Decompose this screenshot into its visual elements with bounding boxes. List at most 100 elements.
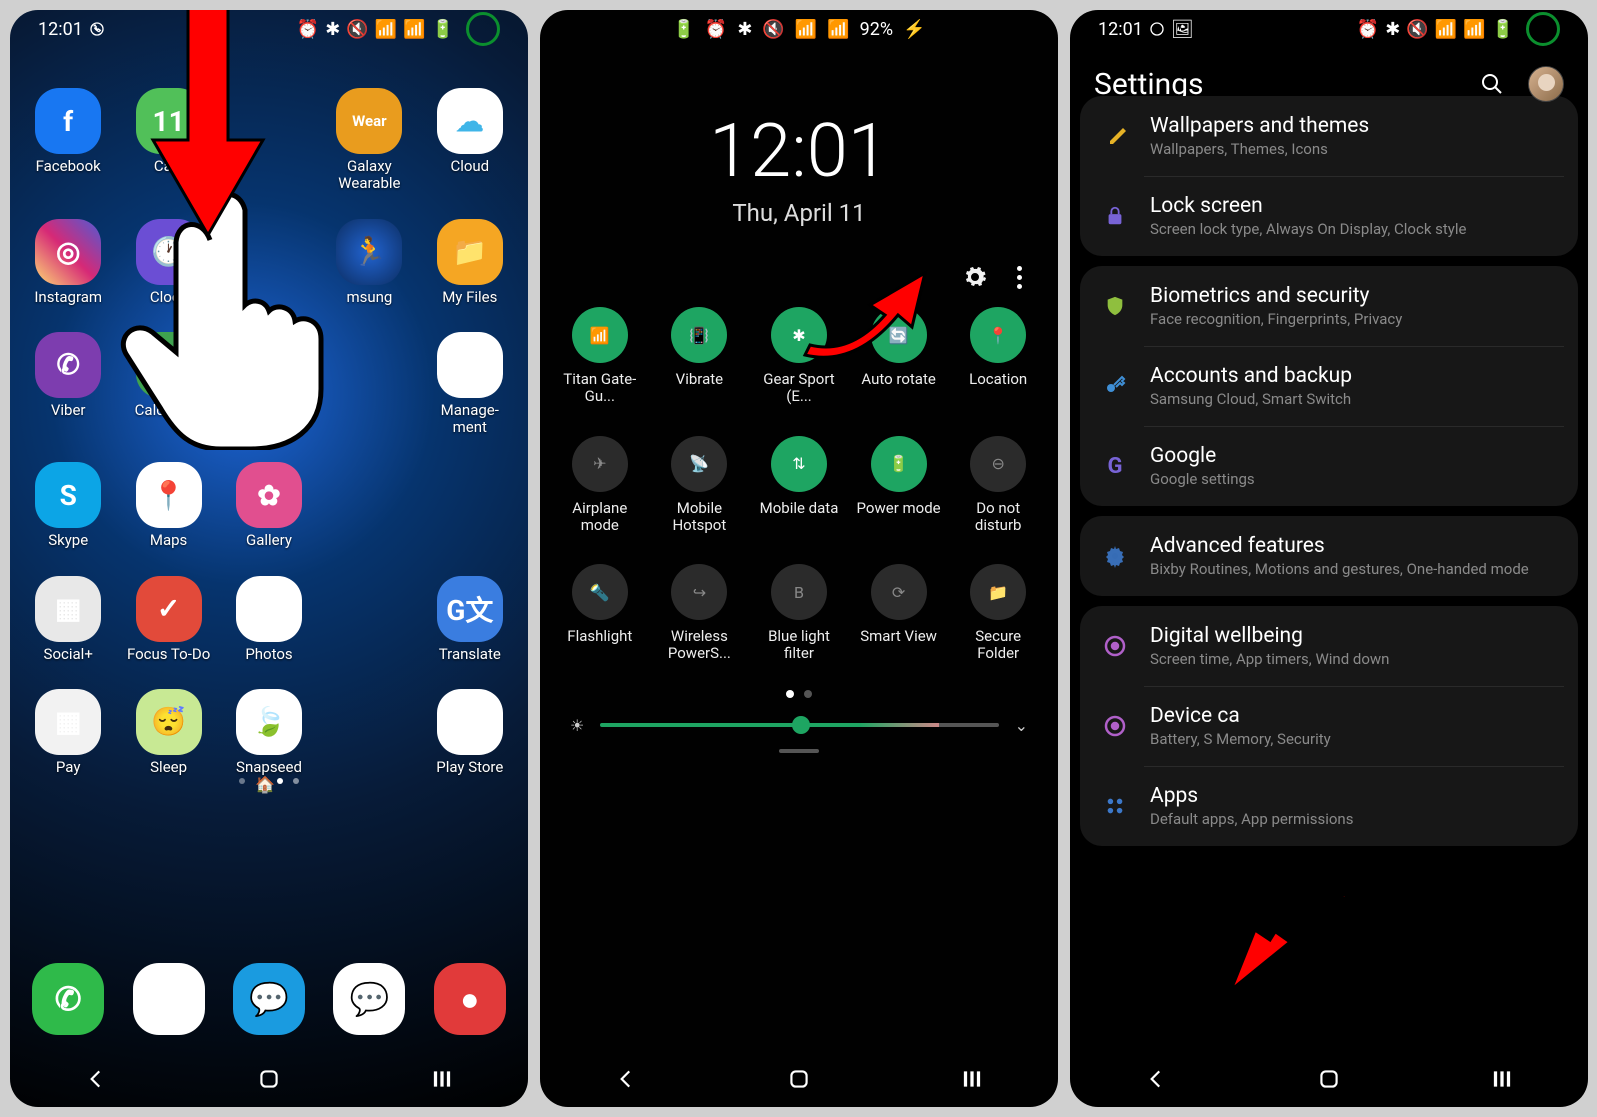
settings-row-accounts-and-backup[interactable]: Accounts and backup Samsung Cloud, Smart…: [1080, 346, 1578, 426]
nav-home[interactable]: [1305, 1055, 1353, 1103]
app-icon: ▦: [35, 689, 101, 755]
app-focus-to-do[interactable]: ✓ Focus To-Do: [118, 576, 218, 663]
app-blank: [420, 462, 520, 549]
more-options-icon[interactable]: [1017, 266, 1022, 289]
settings-row-desc: Samsung Cloud, Smart Switch: [1150, 390, 1352, 408]
nav-home[interactable]: [775, 1055, 823, 1103]
gear-icon: [1100, 541, 1130, 571]
signal-icon: 📶: [827, 19, 849, 40]
settings-row-device-ca[interactable]: Device ca Battery, S Memory, Security: [1080, 686, 1578, 766]
settings-row-apps[interactable]: Apps Default apps, App permissions: [1080, 766, 1578, 846]
app-label: Skype: [48, 532, 88, 549]
qs-mobile-data[interactable]: ⇅ Mobile data: [749, 436, 849, 535]
app-translate[interactable]: G文 Translate: [420, 576, 520, 663]
panel-handle[interactable]: [779, 749, 819, 753]
app-cloud[interactable]: ☁ Cloud: [420, 88, 520, 193]
qs-vibrate[interactable]: 📳 Vibrate: [650, 307, 750, 406]
app-label: Galaxy Wearable: [322, 158, 417, 193]
app-icon: ✆: [35, 332, 101, 398]
qs-auto-rotate[interactable]: 🔄 Auto rotate: [849, 307, 949, 406]
settings-gear-icon[interactable]: [963, 265, 987, 289]
app-label: Manage-ment: [441, 402, 499, 437]
bluetooth-icon: ✱: [325, 19, 340, 40]
app-viber[interactable]: ✆ Viber: [18, 332, 118, 437]
nav-back[interactable]: [72, 1055, 120, 1103]
qs-power-mode[interactable]: 🔋 Power mode: [849, 436, 949, 535]
app-maps[interactable]: 📍 Maps: [118, 462, 218, 549]
app-sleep[interactable]: 😴 Sleep: [118, 689, 218, 776]
qs-label: Titan Gate-Gu...: [555, 371, 645, 406]
app-label: My Files: [442, 289, 497, 306]
app-social-[interactable]: ▦ Social+: [18, 576, 118, 663]
qs-toggle-icon: ✈: [572, 436, 628, 492]
brightness-thumb[interactable]: [792, 716, 810, 734]
app-skype[interactable]: S Skype: [18, 462, 118, 549]
app-play-store[interactable]: ▶ Play Store: [420, 689, 520, 776]
settings-list[interactable]: Wallpapers and themes Wallpapers, Themes…: [1070, 116, 1588, 846]
settings-row-text: Advanced features Bixby Routines, Motion…: [1150, 534, 1529, 578]
dock-messages[interactable]: 💬: [233, 963, 305, 1035]
settings-row-title: Biometrics and security: [1150, 284, 1402, 308]
qs-airplane-mode[interactable]: ✈ Airplane mode: [550, 436, 650, 535]
qs-toggle-icon: 📳: [671, 307, 727, 363]
qs-location[interactable]: 📍 Location: [948, 307, 1048, 406]
qs-blue-light-filter[interactable]: B Blue light filter: [749, 564, 849, 663]
edge-ring-icon: [1526, 12, 1560, 46]
bluetooth-icon: ✱: [737, 19, 752, 40]
app-cale[interactable]: 11 Cale: [118, 88, 218, 193]
brightness-track[interactable]: [600, 723, 998, 727]
settings-row-desc: Default apps, App permissions: [1150, 810, 1353, 828]
settings-row-wallpapers-and-themes[interactable]: Wallpapers and themes Wallpapers, Themes…: [1080, 96, 1578, 176]
app-photos[interactable]: ◆ Photos: [219, 576, 319, 663]
qs-secure-folder[interactable]: 📁 Secure Folder: [948, 564, 1048, 663]
app-gallery[interactable]: ✿ Gallery: [219, 462, 319, 549]
app-instagram[interactable]: ◎ Instagram: [18, 219, 118, 306]
nav-back[interactable]: [602, 1055, 650, 1103]
app-msung[interactable]: 🏃 msung: [319, 219, 419, 306]
qs-toggle-icon: ↪: [671, 564, 727, 620]
dock-messenger[interactable]: 💬: [333, 963, 405, 1035]
qs-gear-sport-e-[interactable]: ✱ Gear Sport (E...: [749, 307, 849, 406]
nav-recents[interactable]: [948, 1055, 996, 1103]
nav-home[interactable]: [245, 1055, 293, 1103]
qs-titan-gate-gu-[interactable]: 📶 Titan Gate-Gu...: [550, 307, 650, 406]
dock-chrome[interactable]: ◉: [133, 963, 205, 1035]
app-icon: S: [35, 462, 101, 528]
bluetooth-icon: ✱: [1385, 19, 1400, 40]
app-icon: 11: [136, 88, 202, 154]
nav-recents[interactable]: [1478, 1055, 1526, 1103]
qs-do-not-disturb[interactable]: ⊖ Do not disturb: [948, 436, 1048, 535]
qs-smart-view[interactable]: ⟳ Smart View: [849, 564, 949, 663]
chevron-down-icon[interactable]: ⌄: [1015, 716, 1028, 735]
brightness-slider[interactable]: ☀ ⌄: [540, 716, 1058, 735]
qs-toggle-icon: 🔦: [572, 564, 628, 620]
nav-back[interactable]: [1132, 1055, 1180, 1103]
app-manage-ment[interactable]: ▦ Manage-ment: [420, 332, 520, 437]
app-my-files[interactable]: 📁 My Files: [420, 219, 520, 306]
settings-row-biometrics-and-security[interactable]: Biometrics and security Face recognition…: [1080, 266, 1578, 346]
tutorial-hand-icon: [120, 190, 330, 450]
mute-icon: 🔇: [346, 19, 368, 40]
qs-wireless-powers-[interactable]: ↪ Wireless PowerS...: [650, 564, 750, 663]
settings-row-google[interactable]: G Google Google settings: [1080, 426, 1578, 506]
settings-row-desc: Face recognition, Fingerprints, Privacy: [1150, 310, 1402, 328]
profile-avatar[interactable]: [1528, 66, 1564, 102]
nav-recents[interactable]: [418, 1055, 466, 1103]
app-icon: 💬: [333, 963, 405, 1035]
app-pay[interactable]: ▦ Pay: [18, 689, 118, 776]
qs-flashlight[interactable]: 🔦 Flashlight: [550, 564, 650, 663]
wifi-icon: 📶: [795, 19, 817, 40]
app-snapseed[interactable]: 🍃 Snapseed: [219, 689, 319, 776]
app-galaxy-wearable[interactable]: Wear Galaxy Wearable: [319, 88, 419, 193]
settings-row-digital-wellbeing[interactable]: Digital wellbeing Screen time, App timer…: [1080, 606, 1578, 686]
settings-row-advanced-features[interactable]: Advanced features Bixby Routines, Motion…: [1080, 516, 1578, 596]
settings-row-lock-screen[interactable]: Lock screen Screen lock type, Always On …: [1080, 176, 1578, 256]
app-facebook[interactable]: f Facebook: [18, 88, 118, 193]
dock-camera[interactable]: ●: [434, 963, 506, 1035]
page-indicator: 🏠: [10, 775, 528, 787]
dock-phone[interactable]: ✆: [32, 963, 104, 1035]
nav-bar: [10, 1051, 528, 1107]
settings-row-text: Device ca Battery, S Memory, Security: [1150, 704, 1331, 748]
qs-mobile-hotspot[interactable]: 📡 Mobile Hotspot: [650, 436, 750, 535]
search-icon[interactable]: [1480, 72, 1504, 96]
